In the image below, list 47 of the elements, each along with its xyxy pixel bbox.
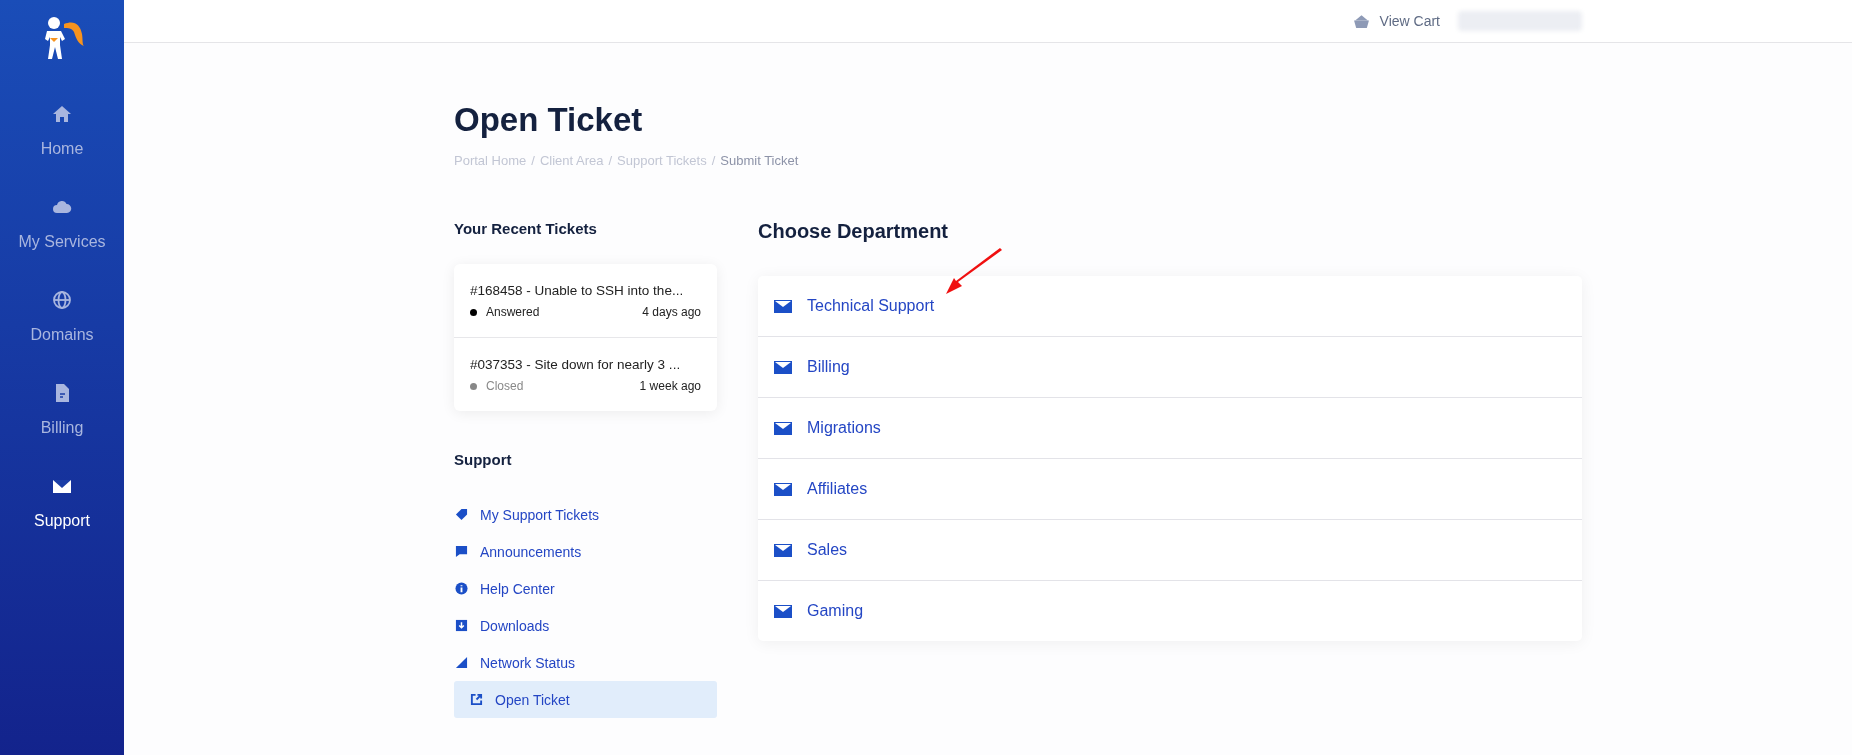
download-icon: [455, 619, 468, 632]
envelope-icon: [774, 421, 792, 435]
support-menu-item[interactable]: Network Status: [454, 644, 717, 681]
signal-icon: [455, 656, 468, 669]
department-link[interactable]: Billing: [774, 358, 850, 376]
annotation-arrow: [944, 248, 1004, 296]
external-link-icon: [470, 693, 483, 706]
view-cart-link[interactable]: View Cart: [1352, 13, 1440, 29]
support-menu-item[interactable]: Downloads: [454, 607, 717, 644]
globe-icon: [52, 290, 72, 310]
ticket-link[interactable]: #037353 - Site down for nearly 3 ...: [470, 357, 701, 372]
envelope-icon: [774, 482, 792, 496]
sidebar-nav-item[interactable]: Domains: [30, 290, 94, 383]
envelope-icon: [774, 299, 792, 313]
support-menu-item[interactable]: My Support Tickets: [454, 496, 717, 533]
sidebar-nav-item[interactable]: Support: [33, 476, 90, 569]
choose-department-heading: Choose Department: [758, 220, 950, 243]
department-link[interactable]: Sales: [774, 541, 848, 559]
basket-icon: [1352, 13, 1370, 29]
info-icon: [455, 582, 468, 595]
ticket-time: 1 week ago: [639, 379, 701, 393]
breadcrumb-separator: /: [531, 153, 535, 168]
support-heading: Support: [454, 451, 513, 468]
breadcrumb-separator: /: [711, 153, 716, 168]
ticket-time: 4 days ago: [642, 305, 701, 319]
support-menu-item[interactable]: Announcements: [454, 533, 717, 570]
department-link[interactable]: Affiliates: [774, 480, 868, 498]
ticket-status: Closed: [486, 379, 525, 393]
sidebar-nav-item[interactable]: Home: [40, 104, 84, 197]
speech-bubble-icon: [455, 545, 468, 558]
sidebar-nav-item[interactable]: My Services: [18, 197, 106, 290]
envelope-icon: [774, 543, 792, 557]
ticket-link[interactable]: #168458 - Unable to SSH into the...: [470, 283, 701, 298]
breadcrumb-separator: /: [608, 153, 613, 168]
recent-tickets-heading: Your Recent Tickets: [454, 220, 598, 237]
sidebar-nav-item[interactable]: Billing: [40, 383, 84, 476]
department-link[interactable]: Gaming: [774, 602, 864, 620]
tag-icon: [455, 508, 468, 521]
home-icon: [52, 104, 72, 124]
department-link[interactable]: Migrations: [774, 419, 881, 437]
page-title: Open Ticket: [454, 101, 644, 139]
envelope-icon: [774, 604, 792, 618]
ticket-status: Answered: [486, 305, 541, 319]
envelope-icon: [774, 360, 792, 374]
support-menu-item[interactable]: Open Ticket: [454, 681, 717, 718]
support-menu-item[interactable]: Help Center: [454, 570, 717, 607]
department-link[interactable]: Technical Support: [774, 297, 935, 315]
